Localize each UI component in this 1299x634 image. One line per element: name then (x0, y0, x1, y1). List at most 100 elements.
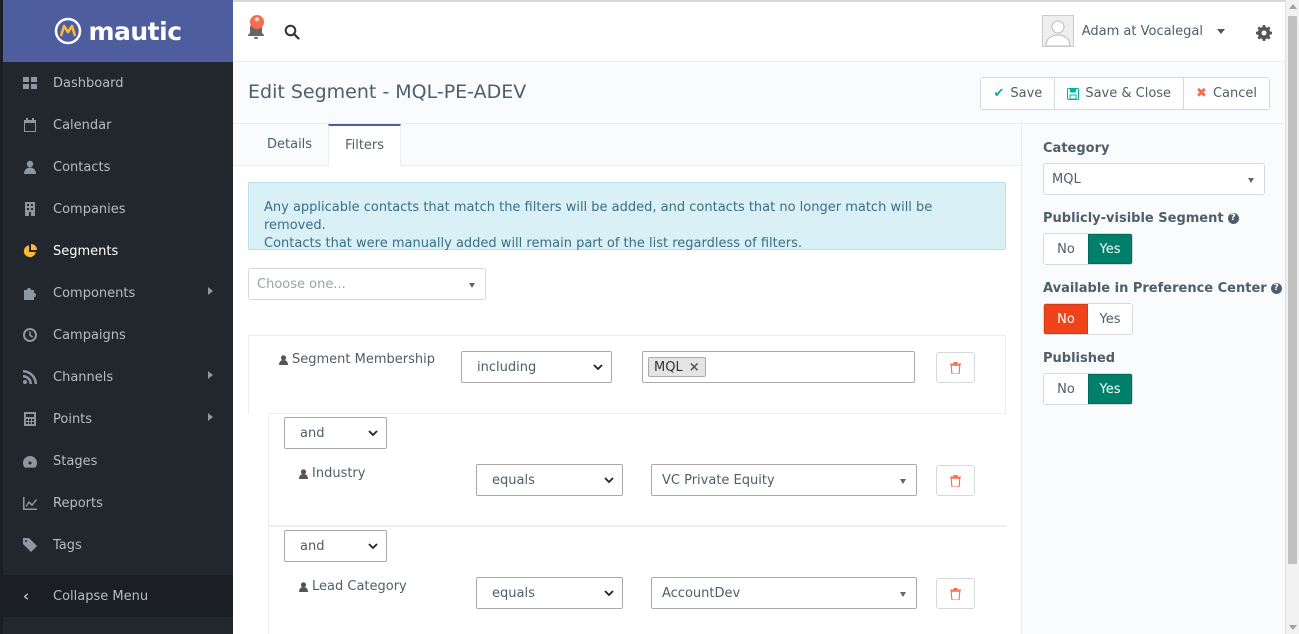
glue-select[interactable]: and (284, 530, 387, 562)
operator-select[interactable]: including (461, 351, 612, 383)
sidebar-item-components[interactable]: Components (3, 272, 233, 314)
published-toggle: No Yes (1043, 373, 1133, 405)
delete-filter-button[interactable] (936, 352, 975, 383)
sidebar-item-reports[interactable]: Reports (3, 482, 233, 524)
sidebar-item-campaigns[interactable]: Campaigns (3, 314, 233, 356)
topbar: * Adam at Vocalegal (233, 0, 1285, 62)
sidebar-item-companies[interactable]: Companies (3, 188, 233, 230)
chevron-right-icon (208, 371, 213, 379)
tab-filters[interactable]: Filters (328, 124, 402, 167)
settings-button[interactable] (1256, 25, 1272, 41)
value-select[interactable]: VC Private Equity (651, 464, 917, 496)
trash-icon (950, 361, 961, 374)
add-filter-select[interactable]: Choose one... (248, 268, 486, 300)
check-icon: ✔ (993, 86, 1005, 101)
notifications-button[interactable]: * (246, 15, 266, 41)
chevron-down-icon (368, 430, 378, 437)
choose-placeholder: Choose one... (257, 277, 346, 292)
public-segment-toggle: No Yes (1043, 233, 1133, 265)
user-icon (299, 581, 308, 592)
sidebar-item-stages[interactable]: Stages (3, 440, 233, 482)
delete-filter-button[interactable] (936, 465, 975, 496)
sidebar-item-calendar[interactable]: Calendar (3, 104, 233, 146)
settings-panel: Category MQL Publicly-visible Segment ? … (1021, 124, 1285, 634)
filter-row-segment-membership: Segment Membership including MQL × (248, 335, 1006, 414)
calculator-icon (23, 412, 37, 426)
value-select[interactable]: AccountDev (651, 577, 917, 609)
sidebar-item-label: Tags (53, 537, 82, 553)
filters-info-alert: Any applicable contacts that match the f… (248, 182, 1006, 251)
page-title: Edit Segment - MQL-PE-ADEV (248, 81, 527, 103)
trash-icon (950, 474, 961, 487)
published-no-option[interactable]: No (1044, 374, 1088, 404)
sidebar-item-points[interactable]: Points (3, 398, 233, 440)
delete-filter-button[interactable] (936, 578, 975, 609)
sidebar-nav: Dashboard Calendar Contacts Companies Segmen… (3, 62, 233, 566)
search-button[interactable] (284, 24, 300, 40)
public-yes-option[interactable]: Yes (1088, 234, 1132, 264)
preference-yes-option[interactable]: Yes (1088, 304, 1132, 334)
sidebar-item-label: Dashboard (53, 75, 124, 91)
sidebar-item-label: Contacts (53, 159, 111, 175)
scroll-up-arrow-icon[interactable] (1289, 4, 1297, 9)
filter-row-industry: and Industry equals VC Private Equity (268, 413, 1006, 526)
collapse-menu-button[interactable]: ‹ Collapse Menu (3, 575, 233, 617)
sidebar-item-label: Campaigns (53, 327, 126, 343)
sidebar-item-contacts[interactable]: Contacts (3, 146, 233, 188)
user-icon (279, 354, 288, 365)
chevron-left-icon: ‹ (23, 587, 30, 605)
save-label: Save (1010, 86, 1043, 101)
chevron-down-icon (604, 477, 614, 484)
mautic-logo: mautic (54, 16, 182, 46)
gear-icon (1256, 25, 1272, 41)
tachometer-icon (23, 454, 37, 468)
glue-select[interactable]: and (284, 417, 387, 449)
user-menu[interactable]: Adam at Vocalegal (1041, 15, 1225, 47)
info-line-1: Any applicable contacts that match the f… (264, 200, 933, 233)
close-icon: ✖ (1196, 86, 1207, 101)
building-icon (23, 202, 37, 216)
tab-bar: Details Filters (233, 124, 1021, 167)
preference-no-option[interactable]: No (1044, 304, 1088, 334)
remove-tag-icon[interactable]: × (689, 360, 700, 375)
dashboard-icon (23, 76, 37, 90)
tag-icon (23, 538, 37, 552)
chevron-right-icon (208, 413, 213, 421)
puzzle-icon (23, 286, 37, 300)
sidebar-item-tags[interactable]: Tags (3, 524, 233, 566)
user-name: Adam at Vocalegal (1081, 23, 1203, 39)
preference-center-label: Available in Preference Center ? (1043, 281, 1282, 296)
floppy-disk-icon (1067, 87, 1080, 100)
sidebar-item-label: Companies (53, 201, 126, 217)
filter-row-lead-category: and Lead Category equals AccountDev (268, 526, 1006, 634)
sidebar-item-dashboard[interactable]: Dashboard (3, 62, 233, 104)
scroll-thumb[interactable] (1288, 16, 1297, 564)
dropdown-arrow-icon (469, 283, 475, 288)
page-scrollbar[interactable] (1285, 0, 1299, 634)
operator-select[interactable]: equals (476, 577, 623, 609)
sidebar-item-label: Stages (53, 453, 98, 469)
brand-name: mautic (88, 16, 182, 46)
segment-value-input[interactable]: MQL × (642, 351, 915, 383)
sidebar-item-label: Channels (53, 369, 114, 385)
help-icon[interactable]: ? (1270, 283, 1282, 294)
brand-header[interactable]: mautic (3, 0, 233, 62)
sidebar-item-segments[interactable]: Segments (3, 230, 233, 272)
public-no-option[interactable]: No (1044, 234, 1088, 264)
caret-down-icon (1217, 28, 1225, 34)
category-select[interactable]: MQL (1043, 163, 1265, 195)
cancel-label: Cancel (1212, 86, 1257, 101)
save-close-button[interactable]: Save & Close (1055, 78, 1185, 109)
value-tag: MQL × (648, 357, 706, 377)
save-button[interactable]: ✔ Save (981, 78, 1056, 109)
clock-icon (23, 328, 37, 342)
sidebar-item-channels[interactable]: Channels (3, 356, 233, 398)
scroll-down-arrow-icon[interactable] (1289, 625, 1297, 630)
help-icon[interactable]: ? (1227, 213, 1239, 224)
tab-details[interactable]: Details (251, 124, 328, 166)
published-yes-option[interactable]: Yes (1088, 374, 1132, 404)
search-icon (284, 24, 300, 40)
filter-field-label: Segment Membership (279, 352, 435, 367)
operator-select[interactable]: equals (476, 464, 623, 496)
cancel-button[interactable]: ✖ Cancel (1184, 78, 1269, 109)
